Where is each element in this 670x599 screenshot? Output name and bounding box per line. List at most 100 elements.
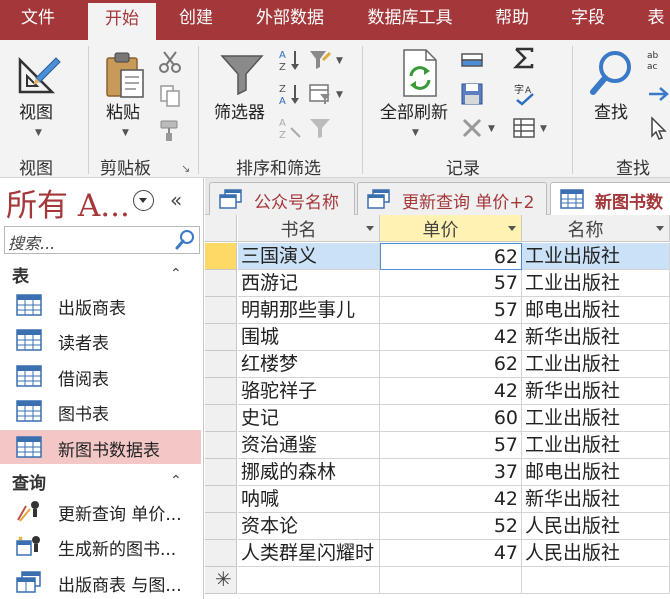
tab-fields[interactable]: 字段 [556,0,620,38]
new-record-icon[interactable] [460,48,484,72]
nav-item-reader-table[interactable]: 读者表 [0,323,201,357]
cell-book-name[interactable]: 史记 [238,405,380,432]
copy-icon[interactable] [158,84,182,108]
find-icon[interactable] [590,50,634,96]
cell-book-name[interactable]: 三国演义 [238,243,380,270]
dialog-launcher-icon[interactable]: ↘ [181,162,190,175]
row-selector[interactable] [205,351,237,378]
cell-price[interactable]: 62 [380,351,522,378]
cell-publisher[interactable]: 工业出版社 [522,351,670,378]
nav-menu-icon[interactable] [133,190,154,211]
chevron-up-icon[interactable]: ⌃ [170,473,182,489]
delete-icon[interactable] [460,116,484,140]
row-selector[interactable] [205,540,237,567]
cell-publisher[interactable]: 工业出版社 [522,243,670,270]
nav-pane-title[interactable]: 所有 A... [6,180,130,225]
chevron-down-icon[interactable]: ▼ [35,128,42,138]
column-header-book-name[interactable]: 书名 [238,215,380,242]
cell-book-name[interactable]: 挪威的森林 [238,459,380,486]
view-button[interactable]: 视图 [19,98,53,123]
cell-publisher[interactable]: 人民出版社 [522,513,670,540]
cell-publisher[interactable]: 新华出版社 [522,486,670,513]
cell-publisher[interactable]: 新华出版社 [522,378,670,405]
row-selector[interactable] [205,297,237,324]
chevron-down-icon[interactable]: ▼ [488,124,495,134]
nav-item-borrow-table[interactable]: 借阅表 [0,359,201,393]
chevron-down-icon[interactable]: ▼ [336,56,343,66]
cell-book-name[interactable]: 资本论 [238,513,380,540]
cell-publisher[interactable]: 邮电出版社 [522,459,670,486]
cell-price[interactable]: 62 [380,243,522,270]
chevron-down-icon[interactable] [656,226,664,231]
column-header-publisher[interactable]: 名称 [522,215,670,242]
row-selector[interactable] [205,432,237,459]
cell-new-book-name[interactable] [238,567,380,594]
nav-item-select-query[interactable]: 出版商表 与图... [0,565,201,599]
cell-price[interactable]: 52 [380,513,522,540]
cell-publisher[interactable]: 新华出版社 [522,324,670,351]
go-to-icon[interactable] [646,82,670,106]
cell-book-name[interactable]: 呐喊 [238,486,380,513]
tab-external-data[interactable]: 外部数据 [242,0,338,38]
tab-create[interactable]: 创建 [166,0,226,38]
tab-file[interactable]: 文件 [8,0,68,38]
cell-price[interactable]: 57 [380,297,522,324]
sort-descending-icon[interactable]: Z A [278,82,302,106]
cell-price[interactable]: 60 [380,405,522,432]
paste-icon[interactable] [103,50,147,100]
refresh-all-icon[interactable] [400,48,440,98]
nav-item-book-table[interactable]: 图书表 [0,394,201,428]
cell-book-name[interactable]: 骆驼祥子 [238,378,380,405]
selection-filter-icon[interactable] [308,48,332,72]
cell-price[interactable]: 42 [380,378,522,405]
row-selector[interactable] [205,270,237,297]
section-header-queries[interactable]: 查询 [12,469,46,494]
cut-icon[interactable] [158,50,182,74]
cell-price[interactable]: 57 [380,432,522,459]
row-selector[interactable] [205,405,237,432]
chevron-down-icon[interactable]: ▼ [336,90,343,100]
select-all-corner[interactable] [205,215,237,242]
row-selector[interactable] [205,378,237,405]
cell-book-name[interactable]: 围城 [238,324,380,351]
doc-tab-new-book-table[interactable]: 新图书数 [550,182,670,216]
more-icon[interactable] [512,116,536,140]
row-selector[interactable] [205,486,237,513]
cell-publisher[interactable]: 人民出版社 [522,540,670,567]
cell-book-name[interactable]: 红楼梦 [238,351,380,378]
tab-home[interactable]: 开始 [88,3,156,40]
cell-book-name[interactable]: 资治通鉴 [238,432,380,459]
nav-item-make-table-query[interactable]: 生成新的图书... [0,529,201,563]
sort-ascending-icon[interactable]: A Z [278,48,302,72]
cell-book-name[interactable]: 西游记 [238,270,380,297]
cell-publisher[interactable]: 工业出版社 [522,405,670,432]
format-painter-icon[interactable] [158,118,182,142]
cell-publisher[interactable]: 工业出版社 [522,270,670,297]
doc-tab-update-query[interactable]: 更新查询 单价+2 [357,182,547,215]
doc-tab-wechat-name[interactable]: 公众号名称 [209,182,355,215]
tab-database-tools[interactable]: 数据库工具 [354,0,466,38]
cell-publisher[interactable]: 邮电出版社 [522,297,670,324]
select-icon[interactable] [646,116,670,140]
row-selector[interactable] [205,324,237,351]
cell-price[interactable]: 57 [380,270,522,297]
paste-button[interactable]: 粘贴 [106,98,140,123]
chevron-down-icon[interactable]: ▼ [122,128,129,138]
search-icon[interactable] [173,229,197,251]
replace-icon[interactable]: ab ac [646,48,670,72]
nav-search-input[interactable]: 搜索... [4,226,200,254]
filter-icon[interactable] [220,52,264,96]
cell-price[interactable]: 47 [380,540,522,567]
cell-price[interactable]: 37 [380,459,522,486]
chevron-up-icon[interactable]: ⌃ [170,266,182,282]
chevron-down-icon[interactable] [508,226,516,231]
spelling-icon[interactable]: 字 A [512,82,536,106]
toggle-filter-icon[interactable] [308,116,332,140]
column-header-price[interactable]: 单价 [380,215,522,242]
chevron-down-icon[interactable] [366,226,374,231]
find-button[interactable]: 查找 [594,98,628,123]
row-selector[interactable] [205,459,237,486]
nav-item-publisher-table[interactable]: 出版商表 [0,288,201,322]
cell-book-name[interactable]: 明朝那些事儿 [238,297,380,324]
chevron-down-icon[interactable]: ▼ [412,128,419,138]
